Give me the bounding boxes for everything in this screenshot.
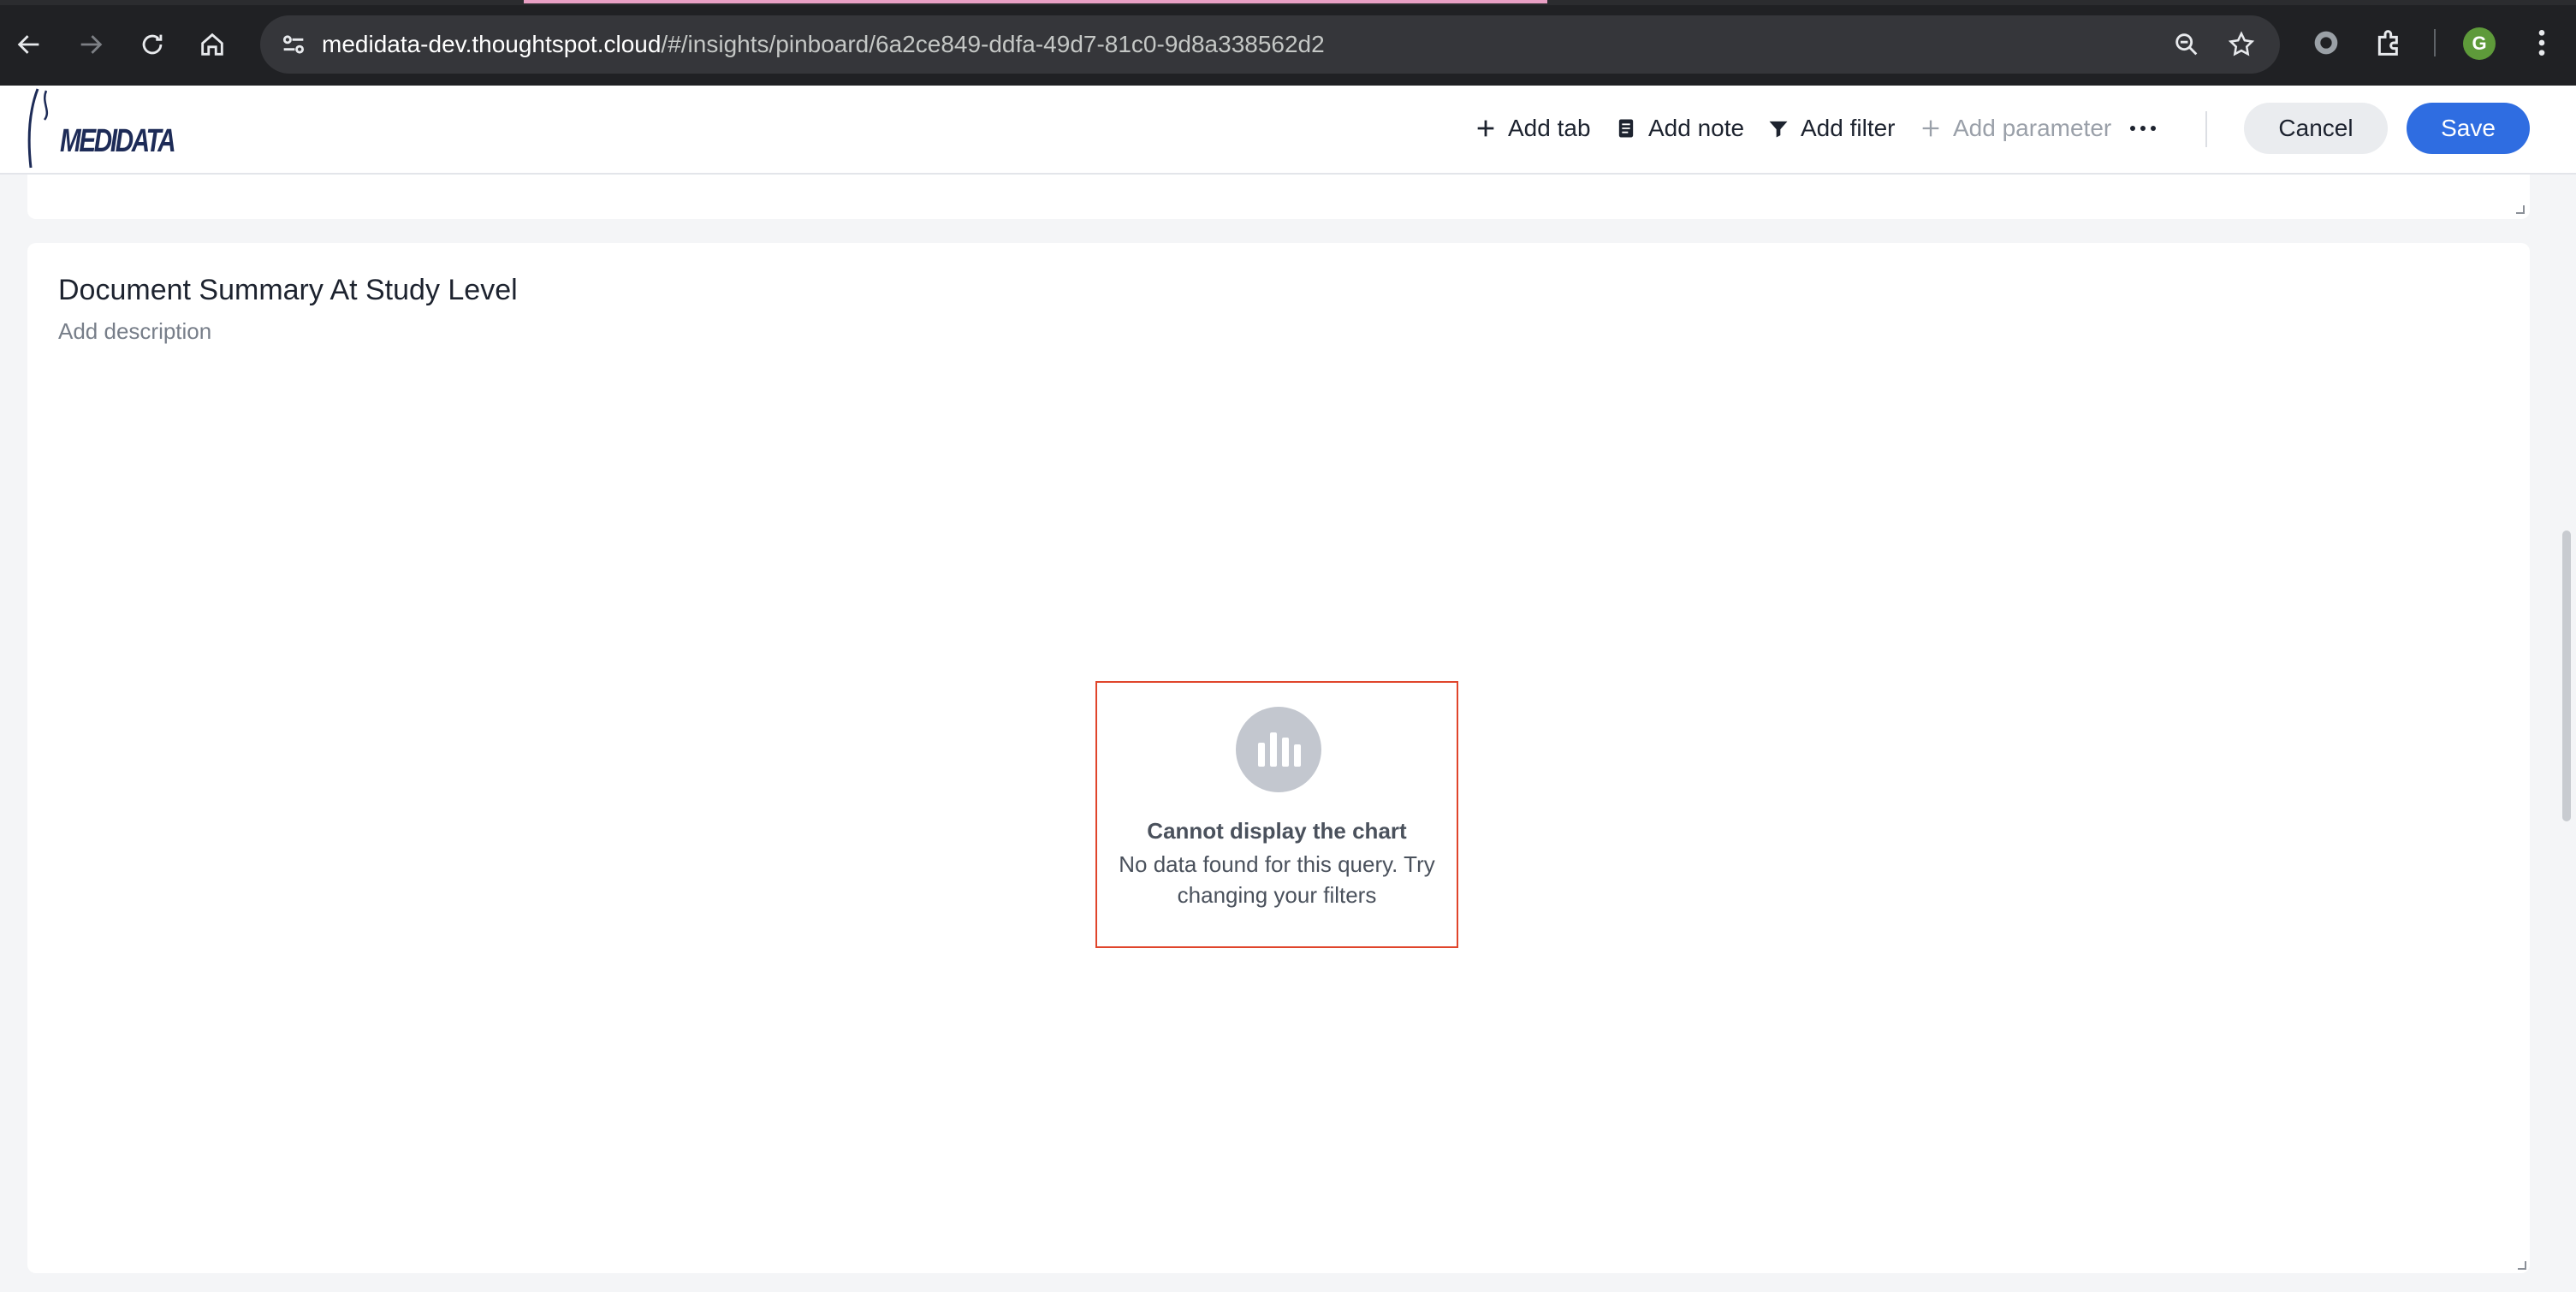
address-bar[interactable]: medidata-dev.thoughtspot.cloud/#/insight…: [260, 15, 2280, 74]
empty-state-title: Cannot display the chart: [1147, 818, 1407, 844]
filter-icon: [1769, 121, 1788, 138]
url-host: medidata-dev.thoughtspot.cloud: [322, 31, 662, 57]
add-note-button[interactable]: Add note: [1614, 111, 1744, 145]
bar-chart-icon: [1236, 707, 1321, 792]
site-settings-icon[interactable]: [279, 30, 308, 59]
more-options-icon[interactable]: [2128, 111, 2158, 145]
plus-icon: [1922, 120, 1939, 137]
note-icon: [1618, 119, 1634, 138]
profile-avatar[interactable]: G: [2463, 27, 2496, 60]
empty-state-message: No data found for this query. Try changi…: [1119, 851, 1435, 908]
description-field[interactable]: Add description: [58, 318, 211, 345]
medidata-logo[interactable]: MEDIDATA: [26, 86, 176, 171]
toolbar-divider: [2434, 29, 2436, 56]
plus-icon: [1477, 120, 1494, 137]
app-header: MEDIDATA Add tab Add note Add filter Add…: [0, 86, 2576, 175]
add-filter-label: Add filter: [1801, 115, 1896, 141]
add-note-label: Add note: [1648, 115, 1745, 141]
extension-gear-icon[interactable]: [2309, 26, 2343, 60]
visualization-card: Document Summary At Study Level Add desc…: [27, 243, 2530, 1273]
resize-handle[interactable]: [2514, 204, 2525, 214]
visualization-title[interactable]: Document Summary At Study Level: [58, 274, 518, 307]
header-divider: [2205, 111, 2207, 147]
forward-button[interactable]: [68, 22, 113, 67]
save-button[interactable]: Save: [2407, 103, 2530, 154]
back-arrow-icon: [17, 35, 39, 54]
add-filter-button[interactable]: Add filter: [1766, 111, 1896, 145]
home-button[interactable]: [190, 22, 234, 67]
reload-icon: [142, 34, 163, 55]
add-tab-label: Add tab: [1508, 115, 1591, 141]
reload-button[interactable]: [130, 22, 175, 67]
browser-chrome: medidata-dev.thoughtspot.cloud/#/insight…: [0, 0, 2576, 86]
kebab-menu-icon[interactable]: [2525, 26, 2559, 60]
url-text[interactable]: medidata-dev.thoughtspot.cloud/#/insight…: [322, 31, 1325, 58]
page-scrollbar[interactable]: [2562, 530, 2571, 821]
add-parameter-label: Add parameter: [1953, 115, 2112, 141]
resize-handle[interactable]: [2516, 1259, 2526, 1270]
home-icon: [201, 33, 223, 56]
empty-chart-state: Cannot display the chart No data found f…: [1095, 681, 1458, 948]
add-tab-button[interactable]: Add tab: [1474, 111, 1591, 145]
star-icon[interactable]: [2227, 30, 2256, 59]
extension-puzzle-icon[interactable]: [2372, 26, 2407, 60]
back-button[interactable]: [7, 22, 51, 67]
zoom-icon[interactable]: [2172, 30, 2201, 59]
logo-text: MEDIDATA: [60, 123, 176, 159]
forward-arrow-icon: [80, 35, 103, 54]
add-parameter-button[interactable]: Add parameter: [1919, 111, 2111, 145]
cancel-button[interactable]: Cancel: [2244, 103, 2388, 154]
page-load-progress: [524, 0, 1547, 3]
previous-visualization-card: [27, 175, 2530, 219]
url-path: /#/insights/pinboard/6a2ce849-ddfa-49d7-…: [661, 31, 1325, 57]
